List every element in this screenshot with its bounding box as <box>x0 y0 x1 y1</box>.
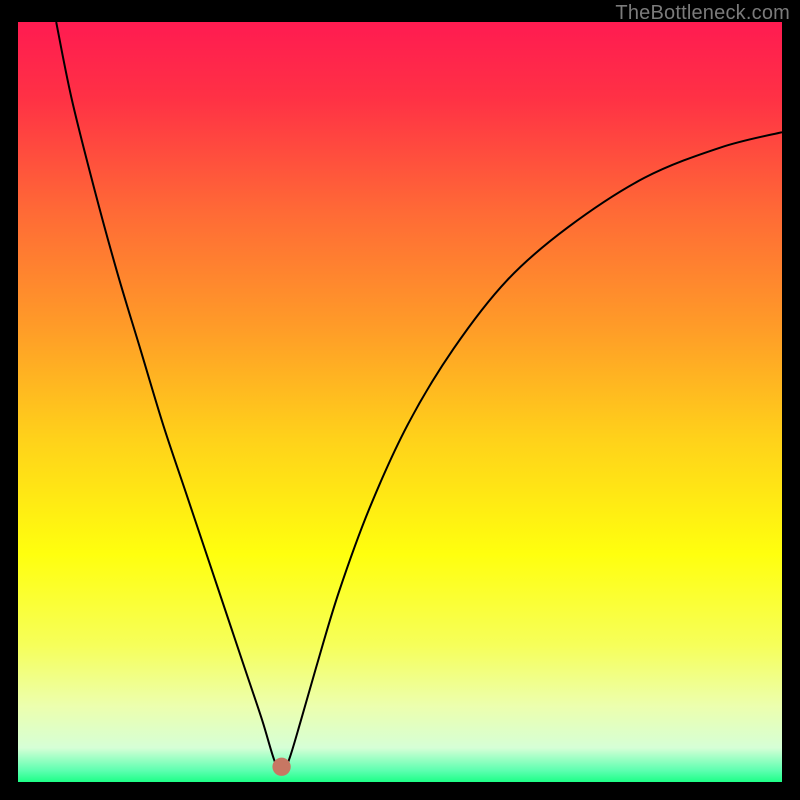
bottleneck-chart <box>18 22 782 782</box>
gradient-background <box>18 22 782 782</box>
chart-frame: TheBottleneck.com <box>0 0 800 800</box>
optimum-marker <box>272 758 290 776</box>
